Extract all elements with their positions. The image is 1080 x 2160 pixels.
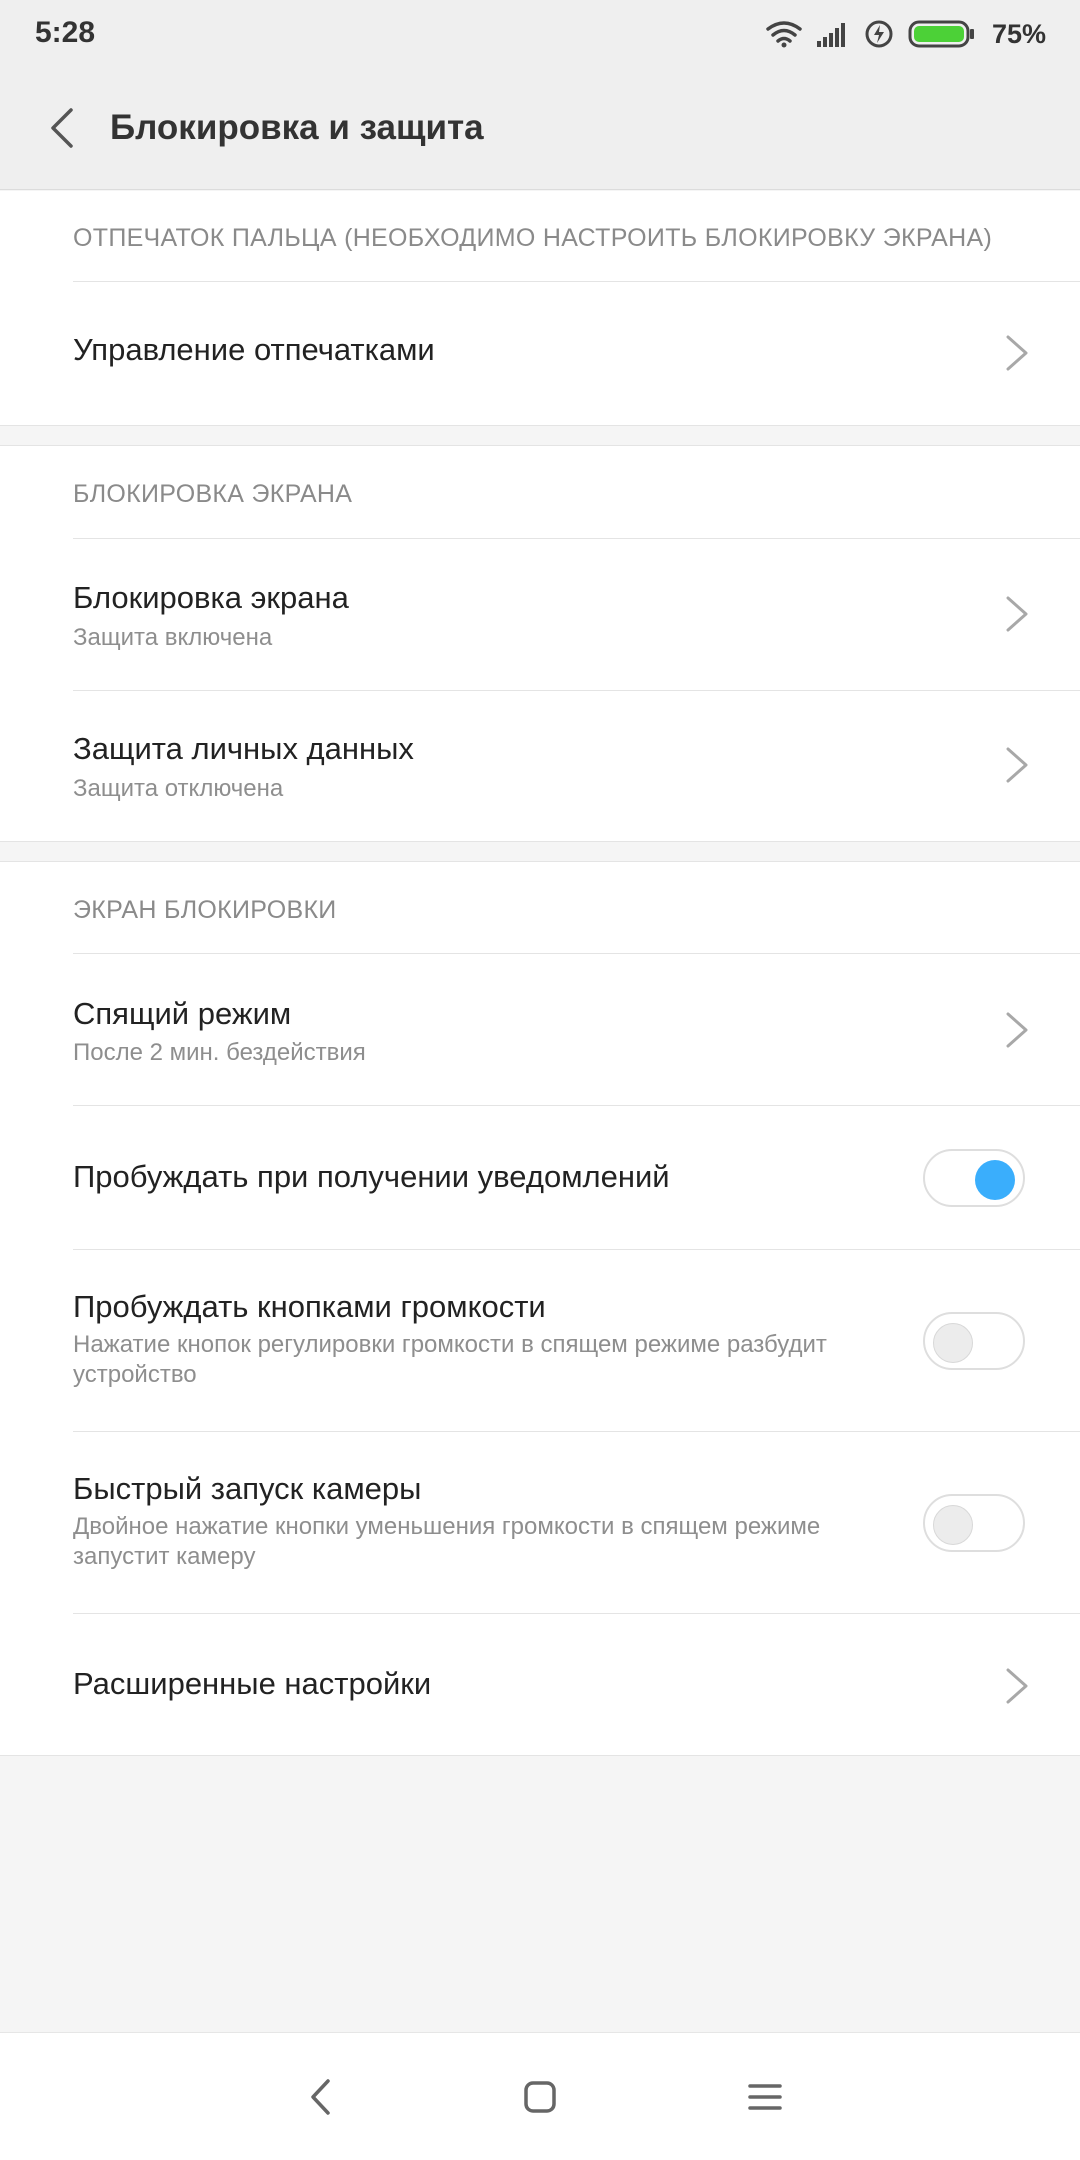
row-title: Спящий режим xyxy=(73,996,292,1031)
advanced-settings-item[interactable]: Расширенные настройки xyxy=(0,1614,1080,1756)
wake-with-volume-toggle[interactable] xyxy=(923,1312,1025,1370)
row-subtitle: Нажатие кнопок регулировки громкости в с… xyxy=(73,1331,827,1388)
manage-fingerprints-item[interactable]: Управление отпечатками xyxy=(0,282,1080,425)
wake-on-notification-toggle[interactable] xyxy=(923,1149,1025,1207)
wake-on-notification-item[interactable]: Пробуждать при получении уведомлений xyxy=(0,1106,1080,1250)
app-header: Блокировка и защита xyxy=(0,66,1080,190)
chevron-right-icon xyxy=(1006,335,1028,371)
wifi-icon xyxy=(766,21,802,48)
row-title: Пробуждать кнопками громкости xyxy=(73,1289,546,1324)
nav-back-button[interactable] xyxy=(290,2067,350,2127)
section-header: ОТПЕЧАТОК ПАЛЬЦА (НЕОБХОДИМО НАСТРОИТЬ Б… xyxy=(73,224,993,252)
nav-menu-button[interactable] xyxy=(735,2067,795,2127)
nav-back-icon xyxy=(311,2079,330,2115)
toggle-knob xyxy=(933,1323,973,1363)
chevron-right-icon xyxy=(1006,747,1028,783)
wake-with-volume-item[interactable]: Пробуждать кнопками громкости Нажатие кн… xyxy=(0,1250,1080,1432)
row-subtitle: Защита отключена xyxy=(73,775,284,802)
row-title: Расширенные настройки xyxy=(73,1666,432,1701)
status-icons: 75% xyxy=(766,14,1046,54)
status-time: 5:28 xyxy=(35,16,96,49)
section-lock-screen: ЭКРАН БЛОКИРОВКИ Спящий режим После 2 ми… xyxy=(0,861,1080,1756)
quick-camera-launch-item[interactable]: Быстрый запуск камеры Двойное нажатие кн… xyxy=(0,1432,1080,1614)
page-title: Блокировка и защита xyxy=(110,108,484,147)
row-subtitle: Двойное нажатие кнопки уменьшения громко… xyxy=(73,1513,821,1570)
row-title: Быстрый запуск камеры xyxy=(73,1471,422,1506)
screen-lock-item[interactable]: Блокировка экрана Защита включена xyxy=(0,539,1080,690)
row-title: Защита личных данных xyxy=(73,731,414,766)
battery-icon xyxy=(908,20,974,48)
section-screen-lock: БЛОКИРОВКА ЭКРАНА Блокировка экрана Защи… xyxy=(0,445,1080,842)
status-bar: 5:28 75% xyxy=(0,0,1080,66)
row-title: Пробуждать при получении уведомлений xyxy=(73,1159,670,1194)
row-subtitle: Защита включена xyxy=(73,624,273,651)
section-header: БЛОКИРОВКА ЭКРАНА xyxy=(73,480,353,508)
charging-icon xyxy=(865,20,893,48)
chevron-right-icon xyxy=(1006,1668,1028,1704)
back-button[interactable] xyxy=(30,96,94,160)
nav-menu-icon xyxy=(748,2084,782,2110)
toggle-knob xyxy=(975,1160,1015,1200)
section-header: ЭКРАН БЛОКИРОВКИ xyxy=(73,896,337,924)
chevron-right-icon xyxy=(1006,596,1028,632)
row-title: Управление отпечатками xyxy=(73,332,435,367)
privacy-protection-item[interactable]: Защита личных данных Защита отключена xyxy=(0,691,1080,842)
row-subtitle: После 2 мин. бездействия xyxy=(73,1039,366,1066)
chevron-right-icon xyxy=(1006,1012,1028,1048)
toggle-knob xyxy=(933,1505,973,1545)
nav-home-icon xyxy=(524,2081,556,2113)
navigation-bar xyxy=(0,2032,1080,2160)
quick-camera-launch-toggle[interactable] xyxy=(923,1494,1025,1552)
battery-percent: 75% xyxy=(991,18,1046,49)
row-title: Блокировка экрана xyxy=(73,580,349,615)
sleep-mode-item[interactable]: Спящий режим После 2 мин. бездействия xyxy=(0,954,1080,1106)
back-arrow-icon xyxy=(51,108,73,148)
section-fingerprint: ОТПЕЧАТОК ПАЛЬЦА (НЕОБХОДИМО НАСТРОИТЬ Б… xyxy=(0,191,1080,426)
nav-home-button[interactable] xyxy=(510,2067,570,2127)
signal-icon xyxy=(816,23,845,47)
